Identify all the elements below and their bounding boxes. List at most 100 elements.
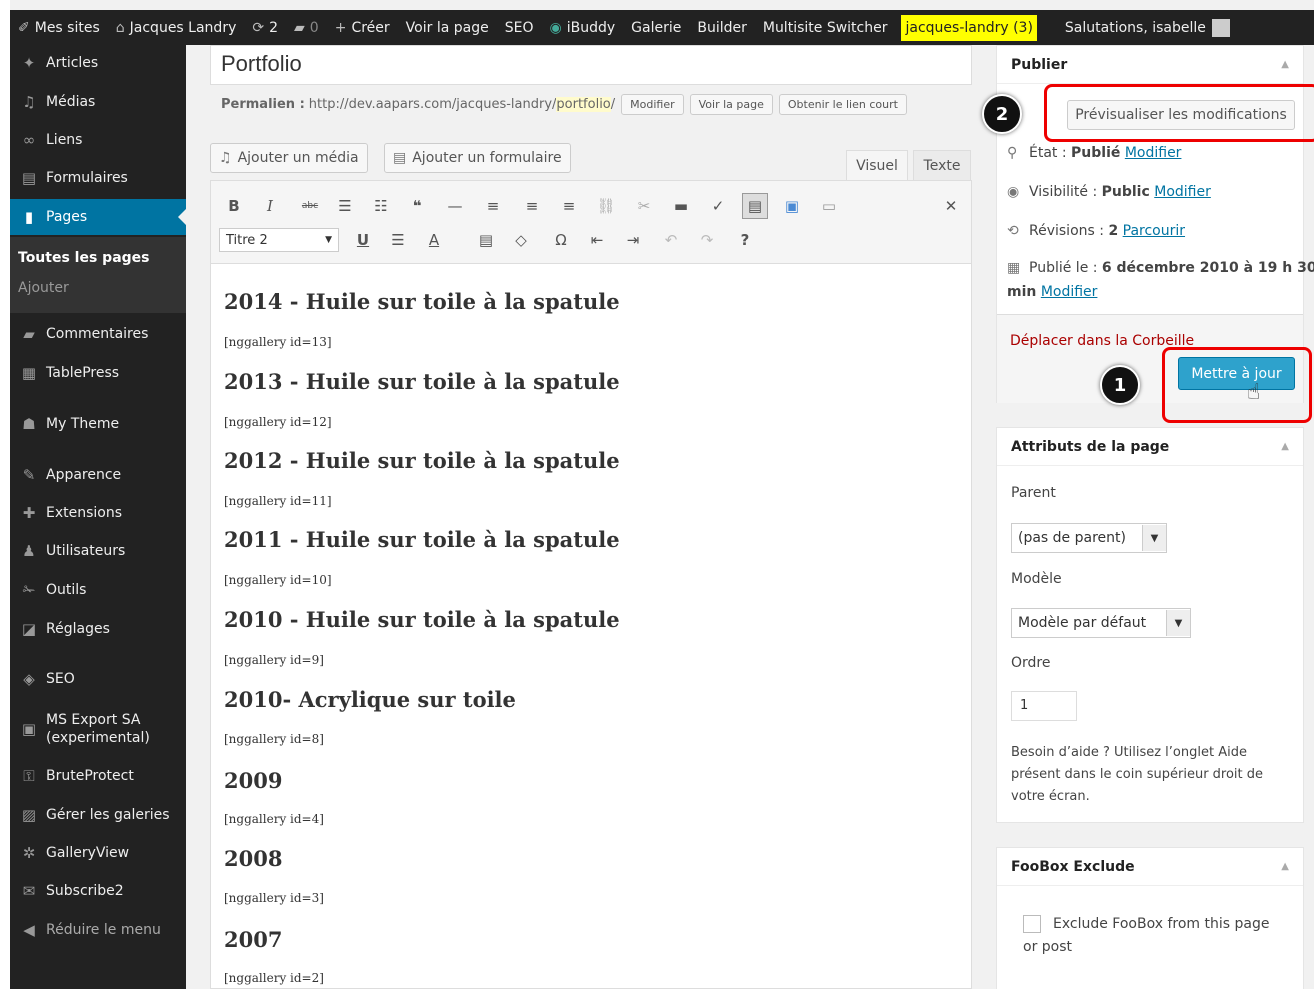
- menu-bruteprotect[interactable]: ⚿ BruteProtect: [10, 758, 186, 794]
- italic-icon[interactable]: I: [259, 195, 281, 217]
- adminbar-seo[interactable]: SEO: [497, 10, 542, 45]
- menu-tablepress[interactable]: ▦ TablePress: [10, 355, 186, 391]
- view-page-button[interactable]: Voir la page: [689, 94, 773, 115]
- menu-pages[interactable]: ▮ Pages: [10, 199, 186, 235]
- clear-format-icon[interactable]: ◇: [510, 229, 532, 251]
- content-shortcode[interactable]: [nggallery id=2]: [224, 971, 324, 985]
- bullet-list-icon[interactable]: ☰: [334, 195, 356, 217]
- menu-subscribe2[interactable]: ✉ Subscribe2: [10, 873, 186, 909]
- content-heading[interactable]: 2011 - Huile sur toile à la spatule: [224, 527, 620, 552]
- adminbar-new[interactable]: + Créer: [327, 10, 398, 45]
- read-more-icon[interactable]: ▬: [670, 195, 692, 217]
- content-heading[interactable]: 2013 - Huile sur toile à la spatule: [224, 369, 620, 394]
- menu-plugins[interactable]: ✚ Extensions: [10, 495, 186, 531]
- tab-visual[interactable]: Visuel: [846, 150, 908, 181]
- link-icon[interactable]: ⛓: [595, 195, 617, 217]
- content-shortcode[interactable]: [nggallery id=8]: [224, 732, 324, 746]
- numbered-list-icon[interactable]: ☷: [370, 195, 392, 217]
- adminbar-site-switch[interactable]: jacques-landry (3): [901, 14, 1037, 41]
- align-right-icon[interactable]: ≡: [558, 195, 580, 217]
- menu-forms[interactable]: ▤ Formulaires: [10, 160, 186, 196]
- edit-permalink-button[interactable]: Modifier: [621, 94, 684, 115]
- add-form-button[interactable]: ▤ Ajouter un formulaire: [384, 143, 571, 173]
- underline-icon[interactable]: U: [352, 229, 374, 251]
- blockquote-icon[interactable]: ❝: [406, 195, 428, 217]
- content-shortcode[interactable]: [nggallery id=9]: [224, 653, 324, 667]
- menu-media[interactable]: ♫ Médias: [10, 84, 186, 120]
- menu-collapse[interactable]: ◀ Réduire le menu: [10, 912, 186, 948]
- content-heading[interactable]: 2012 - Huile sur toile à la spatule: [224, 448, 620, 473]
- exclude-foobox-checkbox[interactable]: [1023, 915, 1041, 933]
- adminbar-gallery[interactable]: Galerie: [623, 10, 689, 45]
- edit-date-link[interactable]: Modifier: [1041, 284, 1098, 300]
- indent-icon[interactable]: ⇥: [622, 229, 644, 251]
- menu-galleryview[interactable]: ✲ GalleryView: [10, 835, 186, 871]
- form-insert-icon[interactable]: ▭: [818, 195, 840, 217]
- strikethrough-icon[interactable]: abc: [299, 195, 321, 217]
- menu-settings[interactable]: ◪ Réglages: [10, 611, 186, 647]
- edit-status-link[interactable]: Modifier: [1125, 145, 1182, 161]
- content-heading[interactable]: 2010- Acrylique sur toile: [224, 687, 516, 712]
- paste-text-icon[interactable]: ▤: [475, 229, 497, 251]
- toolbar-toggle-icon[interactable]: ▤: [742, 193, 768, 219]
- menu-ms-export[interactable]: ▣ MS Export SA (experimental): [10, 708, 186, 750]
- unlink-icon[interactable]: ✂: [633, 195, 655, 217]
- align-left-icon[interactable]: ≡: [482, 195, 504, 217]
- special-char-icon[interactable]: Ω: [550, 229, 572, 251]
- get-shortlink-button[interactable]: Obtenir le lien court: [778, 94, 907, 115]
- content-heading[interactable]: 2014 - Huile sur toile à la spatule: [224, 289, 620, 314]
- order-input[interactable]: 1: [1011, 691, 1077, 721]
- spellcheck-icon[interactable]: ✓: [707, 195, 729, 217]
- horizontal-line-icon[interactable]: —: [444, 195, 466, 217]
- menu-articles[interactable]: ✦ Articles: [10, 45, 186, 81]
- content-shortcode[interactable]: [nggallery id=4]: [224, 812, 324, 826]
- browse-revisions-link[interactable]: Parcourir: [1123, 223, 1185, 239]
- content-shortcode[interactable]: [nggallery id=12]: [224, 415, 332, 429]
- exclude-foobox-label[interactable]: Exclude FooBox from this page: [1053, 916, 1269, 932]
- tab-text[interactable]: Texte: [913, 150, 971, 181]
- content-shortcode[interactable]: [nggallery id=13]: [224, 335, 332, 349]
- menu-appearance[interactable]: ✎ Apparence: [10, 457, 186, 493]
- content-heading[interactable]: 2007: [224, 927, 282, 952]
- menu-users[interactable]: ♟ Utilisateurs: [10, 533, 186, 569]
- text-color-icon[interactable]: A: [423, 229, 445, 251]
- foobox-header[interactable]: FooBox Exclude ▲: [997, 848, 1303, 886]
- undo-icon[interactable]: ↶: [660, 229, 682, 251]
- menu-seo[interactable]: ◈ SEO: [10, 661, 186, 697]
- format-select[interactable]: Titre 2 ▼: [219, 228, 339, 252]
- menu-links[interactable]: ∞ Liens: [10, 122, 186, 158]
- title-input[interactable]: Portfolio: [210, 45, 972, 85]
- align-center-icon[interactable]: ≡: [521, 195, 543, 217]
- menu-comments[interactable]: ▰ Commentaires: [10, 316, 186, 352]
- adminbar-account[interactable]: Salutations, isabelle: [1057, 10, 1238, 45]
- menu-manage-galleries[interactable]: ▨ Gérer les galeries: [10, 797, 186, 833]
- content-shortcode[interactable]: [nggallery id=10]: [224, 573, 332, 587]
- content-shortcode[interactable]: [nggallery id=3]: [224, 891, 324, 905]
- template-select[interactable]: Modèle par défaut ▼: [1011, 608, 1191, 638]
- exclude-foobox-label-cont[interactable]: or post: [1023, 939, 1072, 955]
- menu-my-theme[interactable]: ☗ My Theme: [10, 406, 186, 442]
- redo-icon[interactable]: ↷: [696, 229, 718, 251]
- adminbar-comments[interactable]: ▰ 0: [286, 10, 327, 45]
- permalink-slug[interactable]: portfolio: [556, 97, 611, 112]
- help-icon[interactable]: ?: [734, 229, 756, 251]
- edit-visibility-link[interactable]: Modifier: [1154, 184, 1211, 200]
- content-heading[interactable]: 2010 - Huile sur toile à la spatule: [224, 607, 620, 632]
- adminbar-builder[interactable]: Builder: [689, 10, 755, 45]
- adminbar-view-page[interactable]: Voir la page: [398, 10, 497, 45]
- bold-icon[interactable]: B: [223, 195, 245, 217]
- publish-box-header[interactable]: Publier ▲: [997, 46, 1303, 84]
- content-heading[interactable]: 2009: [224, 768, 282, 793]
- parent-select[interactable]: (pas de parent) ▼: [1011, 523, 1167, 553]
- adminbar-updates[interactable]: ⟳ 2: [244, 10, 286, 45]
- menu-tools[interactable]: ✁ Outils: [10, 572, 186, 608]
- content-heading[interactable]: 2008: [224, 846, 282, 871]
- add-media-button[interactable]: ♫ Ajouter un média: [210, 143, 368, 173]
- adminbar-site-name[interactable]: ⌂ Jacques Landry: [108, 10, 245, 45]
- outdent-icon[interactable]: ⇤: [586, 229, 608, 251]
- submenu-all-pages[interactable]: Toutes les pages: [18, 250, 150, 266]
- submenu-add-page[interactable]: Ajouter: [18, 280, 69, 296]
- adminbar-my-sites[interactable]: ✐ Mes sites: [10, 10, 108, 45]
- page-attributes-header[interactable]: Attributs de la page ▲: [997, 428, 1303, 466]
- fullscreen-icon[interactable]: ✕: [940, 195, 962, 217]
